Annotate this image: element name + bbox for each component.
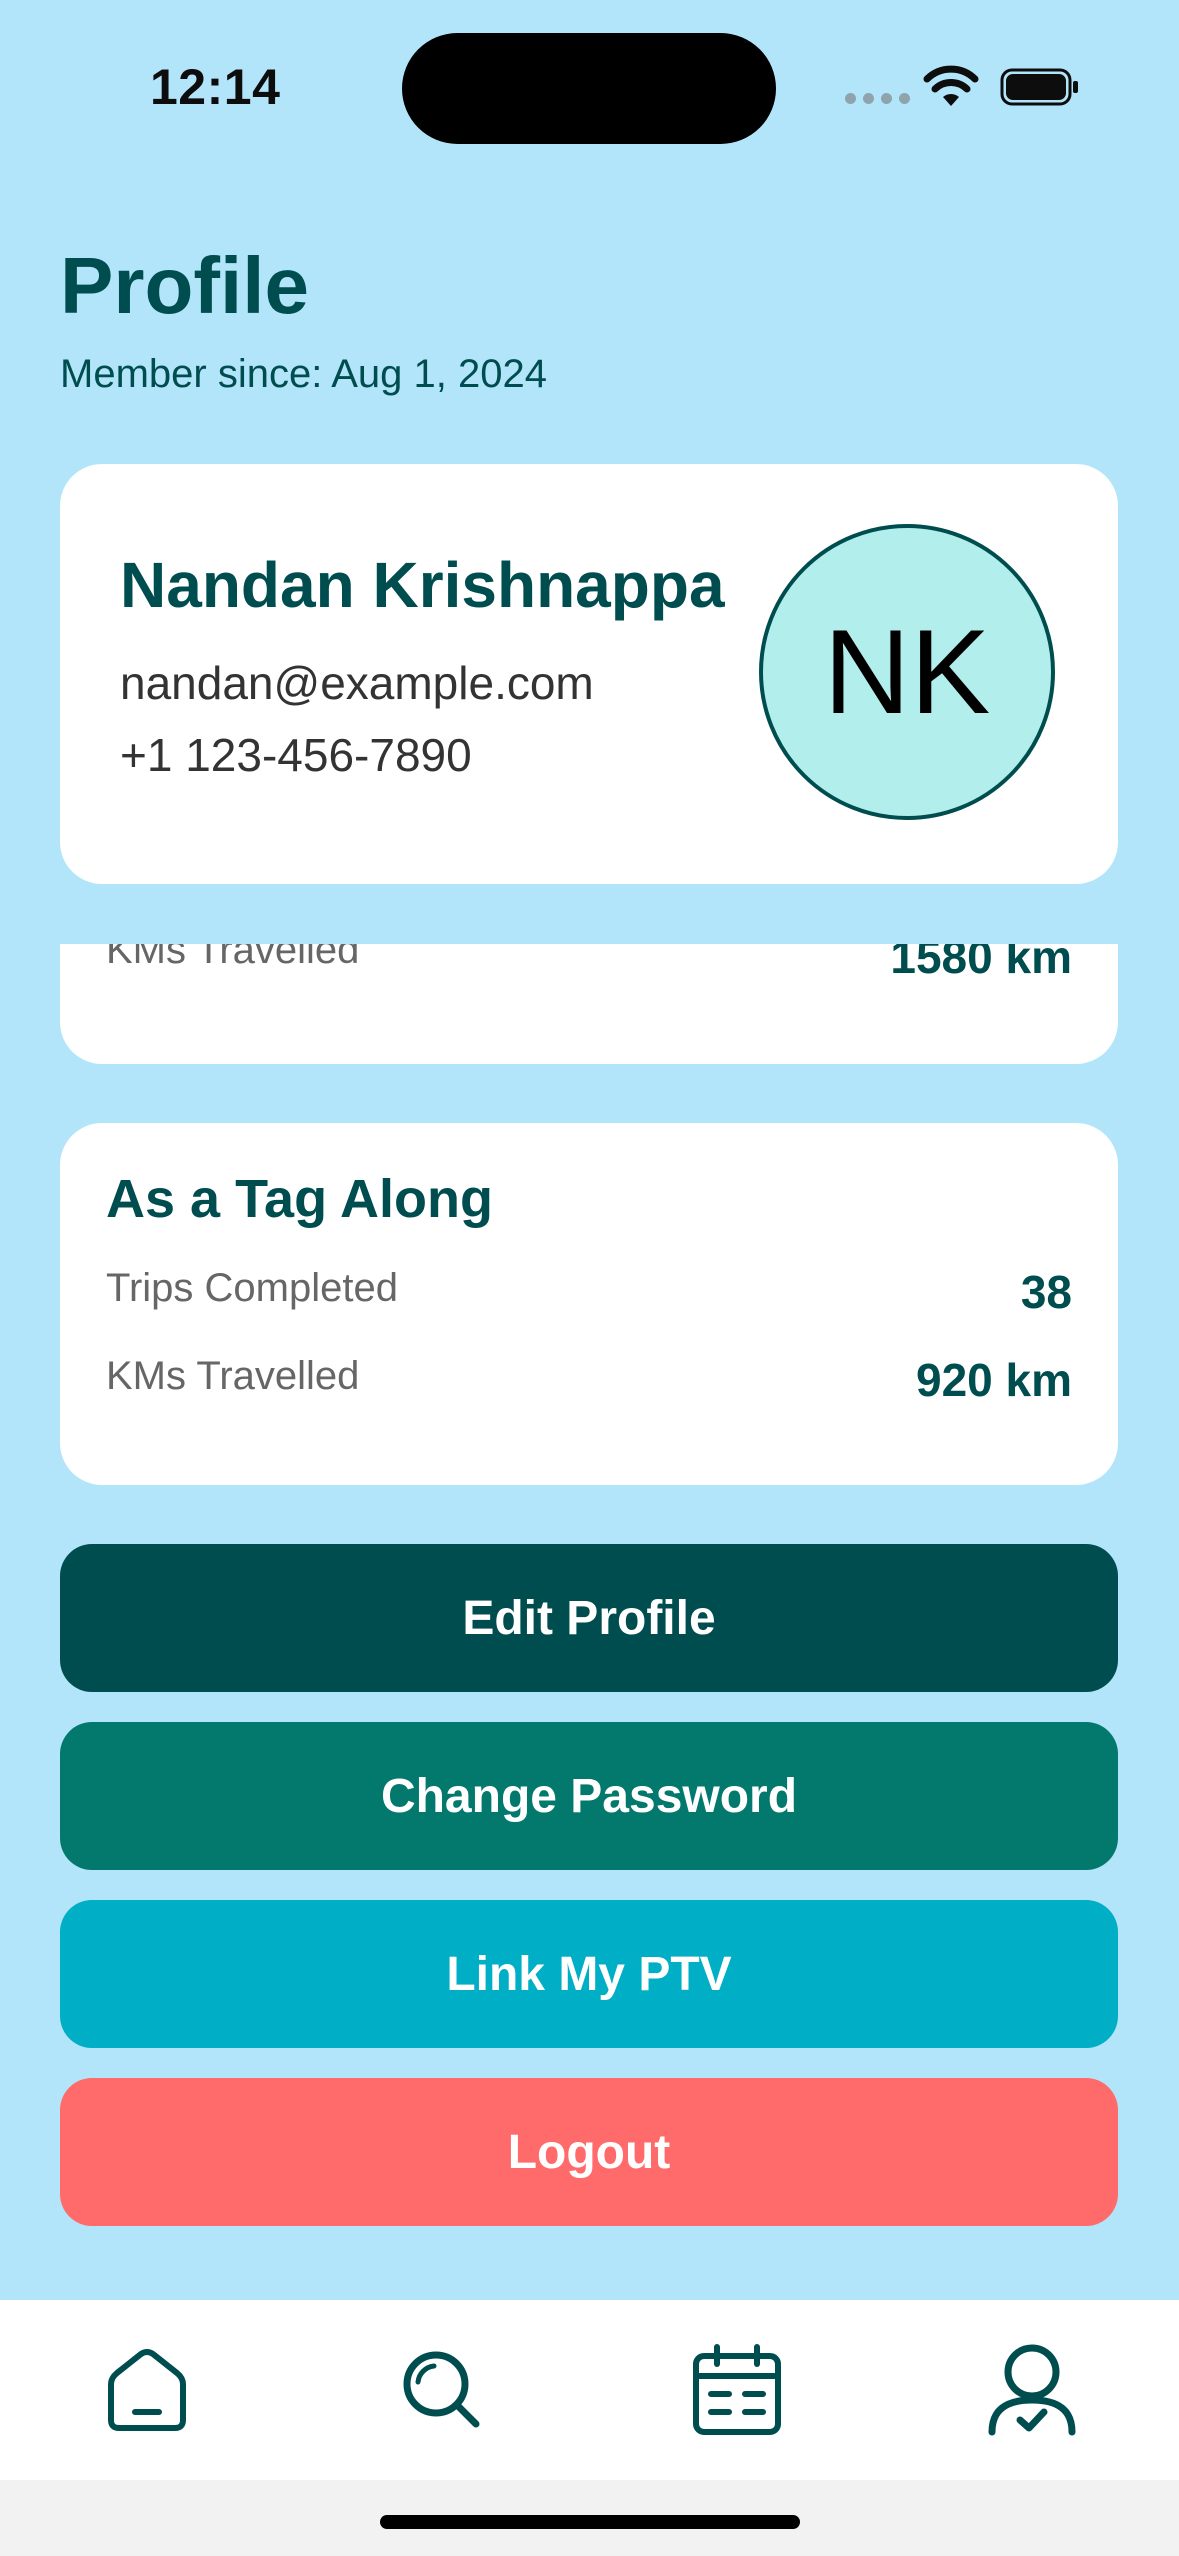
edit-profile-button[interactable]: Edit Profile xyxy=(60,1544,1118,1692)
battery-icon xyxy=(1000,68,1078,106)
home-icon xyxy=(108,2349,186,2431)
tag-along-title: As a Tag Along xyxy=(106,1169,494,1229)
driver-kms-label: KMs Travelled xyxy=(106,944,360,972)
cellular-signal-icon xyxy=(845,93,910,104)
tab-profile[interactable] xyxy=(982,2340,1082,2440)
link-ptv-button[interactable]: Link My PTV xyxy=(60,1900,1118,2048)
user-email: nandan@example.com xyxy=(120,657,594,709)
wifi-icon xyxy=(923,65,979,106)
search-icon xyxy=(403,2351,480,2428)
home-indicator[interactable] xyxy=(380,2515,800,2529)
dynamic-island xyxy=(402,33,776,144)
trips-completed-label: Trips Completed xyxy=(106,1266,398,1310)
avatar-initials: NK xyxy=(823,605,991,739)
tab-calendar[interactable] xyxy=(687,2340,787,2440)
member-since-text: Member since: Aug 1, 2024 xyxy=(60,352,547,396)
user-name: Nandan Krishnappa xyxy=(120,549,725,621)
user-phone: +1 123-456-7890 xyxy=(120,729,472,781)
tab-home[interactable] xyxy=(97,2340,197,2440)
driver-kms-value: 1580 km xyxy=(890,944,1072,983)
change-password-button[interactable]: Change Password xyxy=(60,1722,1118,1870)
tab-search[interactable] xyxy=(392,2340,492,2440)
profile-check-icon xyxy=(988,2344,1076,2436)
driver-stats-card: KMs Travelled 1580 km xyxy=(60,944,1118,1064)
avatar[interactable]: NK xyxy=(759,524,1055,820)
logout-button[interactable]: Logout xyxy=(60,2078,1118,2226)
page-title: Profile xyxy=(60,241,309,330)
tag-kms-label: KMs Travelled xyxy=(106,1354,360,1398)
calendar-icon xyxy=(693,2344,781,2435)
tag-kms-value: 920 km xyxy=(915,1354,1072,1406)
trips-completed-value: 38 xyxy=(1020,1266,1072,1318)
status-time: 12:14 xyxy=(150,59,281,115)
